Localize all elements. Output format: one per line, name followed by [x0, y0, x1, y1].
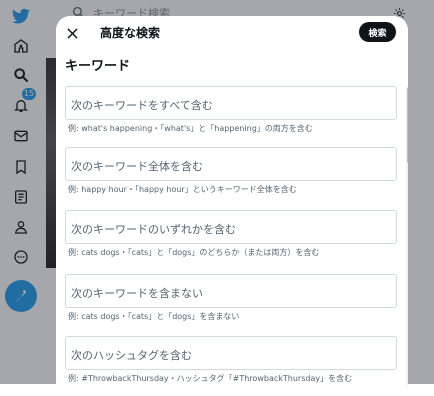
field-hint: 例: cats dogs・「cats」と「dogs」を含まない: [68, 312, 240, 321]
dialog-scrollbar-thumb[interactable]: [407, 88, 408, 163]
exact-phrase-field[interactable]: 次のキーワード全体を含む: [65, 147, 397, 181]
all-words-field[interactable]: 次のキーワードをすべて含む: [65, 86, 397, 120]
dialog-header: 高度な検索 検索: [56, 16, 408, 50]
advanced-search-dialog: 高度な検索 検索 キーワード 次のキーワードをすべて含む 例: what's h…: [56, 16, 408, 396]
any-words-field[interactable]: 次のキーワードのいずれかを含む: [65, 210, 397, 244]
field-label: 次のキーワードのいずれかを含む: [71, 223, 236, 236]
close-button[interactable]: [63, 24, 81, 42]
field-label: 次のハッシュタグを含む: [71, 349, 192, 362]
hashtags-field[interactable]: 次のハッシュタグを含む: [65, 336, 397, 370]
close-icon: [66, 27, 78, 39]
field-label: 次のキーワード全体を含む: [71, 160, 203, 173]
field-hint: 例: happy hour・「happy hour」というキーワード全体を含む: [68, 185, 297, 194]
dialog-title: 高度な検索: [100, 26, 161, 40]
field-hint: 例: cats dogs・「cats」と「dogs」のどちらか（または両方）を含…: [68, 248, 320, 257]
field-hint: 例: #ThrowbackThursday・ハッシュタグ「#ThrowbackT…: [68, 374, 353, 383]
none-words-field[interactable]: 次のキーワードを含まない: [65, 274, 397, 308]
field-label: 次のキーワードをすべて含む: [71, 99, 213, 112]
search-button[interactable]: 検索: [359, 22, 396, 42]
field-hint: 例: what's happening・「what's」と「happening」…: [68, 124, 313, 133]
keywords-section-heading: キーワード: [65, 59, 131, 74]
field-label: 次のキーワードを含まない: [71, 287, 203, 300]
